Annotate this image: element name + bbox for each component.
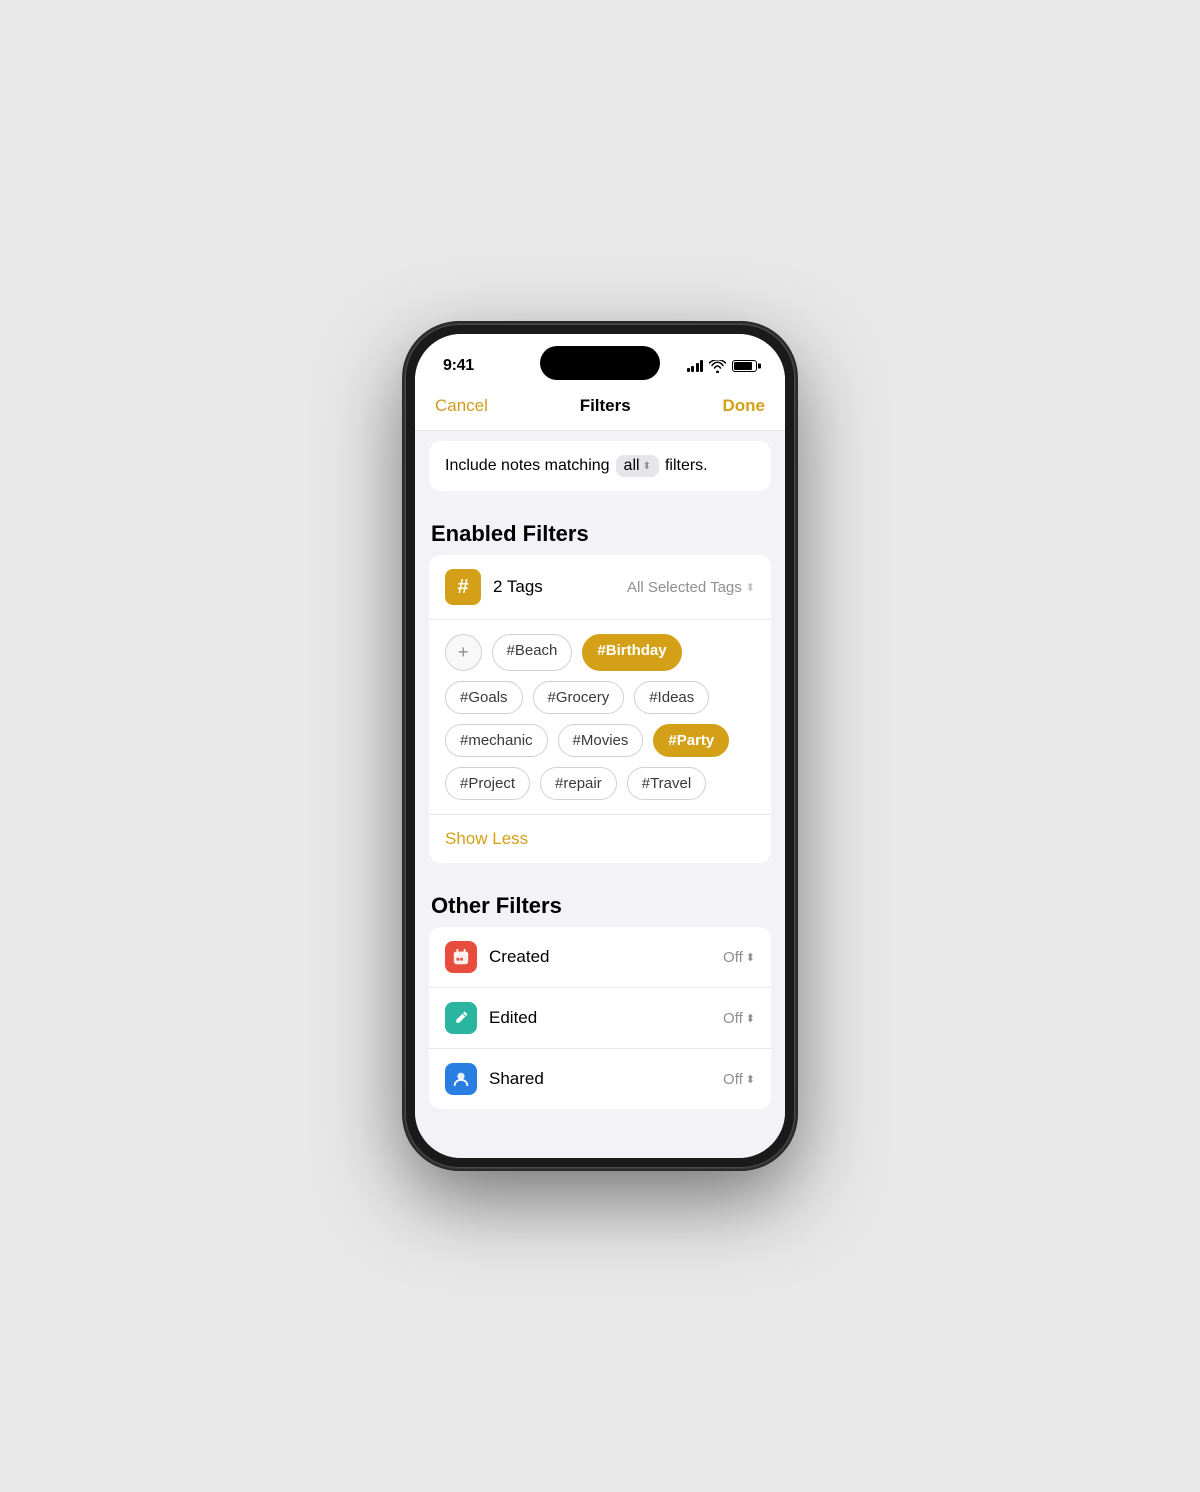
tag-selector-label: All Selected Tags: [627, 579, 742, 596]
status-icons: [687, 360, 758, 373]
tag-count-label: 2 Tags: [493, 577, 615, 597]
tags-filter-card: # 2 Tags All Selected Tags ⬍ + #Beach #B…: [429, 555, 771, 863]
created-filter-row[interactable]: Created Off ⬍: [429, 927, 771, 988]
tag-chip-birthday[interactable]: #Birthday: [582, 634, 681, 671]
chevron-up-down-icon: ⬍: [643, 461, 651, 472]
shared-value: Off ⬍: [723, 1071, 755, 1088]
created-off-label: Off: [723, 949, 743, 966]
tag-selector[interactable]: All Selected Tags ⬍: [627, 579, 755, 596]
tag-icon: #: [445, 569, 481, 605]
tag-chip-movies[interactable]: #Movies: [558, 724, 644, 757]
status-time: 9:41: [443, 357, 474, 375]
edited-off-label: Off: [723, 1010, 743, 1027]
tag-filter-header: # 2 Tags All Selected Tags ⬍: [429, 555, 771, 620]
created-icon: [445, 941, 477, 973]
tags-grid: + #Beach #Birthday #Goals #Grocery #Idea…: [429, 620, 771, 814]
edited-label: Edited: [489, 1008, 711, 1028]
other-filters-card: Created Off ⬍ Edited: [429, 927, 771, 1109]
tag-chip-goals[interactable]: #Goals: [445, 681, 523, 714]
shared-chevron-icon: ⬍: [746, 1073, 755, 1086]
phone-device: 9:41: [405, 324, 795, 1168]
status-bar: 9:41: [415, 334, 785, 384]
shared-filter-row[interactable]: Shared Off ⬍: [429, 1049, 771, 1109]
edited-filter-row[interactable]: Edited Off ⬍: [429, 988, 771, 1049]
enabled-filters-header: Enabled Filters: [415, 501, 785, 555]
filter-sentence-card: Include notes matching all ⬍ filters.: [429, 441, 771, 491]
edited-chevron-icon: ⬍: [746, 1012, 755, 1025]
tag-chip-party[interactable]: #Party: [653, 724, 729, 757]
filter-suffix: filters.: [665, 457, 708, 475]
nav-title: Filters: [580, 396, 631, 416]
battery-icon: [732, 360, 757, 372]
cancel-button[interactable]: Cancel: [435, 396, 488, 416]
created-label: Created: [489, 947, 711, 967]
created-value: Off ⬍: [723, 949, 755, 966]
phone-screen: 9:41: [415, 334, 785, 1158]
filter-match-selector[interactable]: all ⬍: [616, 455, 659, 477]
add-tag-button[interactable]: +: [445, 634, 482, 671]
tag-chip-grocery[interactable]: #Grocery: [533, 681, 625, 714]
filter-sentence: Include notes matching all ⬍ filters.: [445, 455, 755, 477]
shared-icon: [445, 1063, 477, 1095]
wifi-icon: [709, 360, 726, 373]
done-button[interactable]: Done: [722, 396, 765, 416]
shared-off-label: Off: [723, 1071, 743, 1088]
created-chevron-icon: ⬍: [746, 951, 755, 964]
dynamic-island: [540, 346, 660, 380]
show-less-button[interactable]: Show Less: [445, 829, 528, 848]
signal-icon: [687, 360, 704, 372]
other-filters-header: Other Filters: [415, 873, 785, 927]
tag-chip-mechanic[interactable]: #mechanic: [445, 724, 548, 757]
shared-label: Shared: [489, 1069, 711, 1089]
edited-icon: [445, 1002, 477, 1034]
tag-chip-travel[interactable]: #Travel: [627, 767, 706, 800]
tag-chip-ideas[interactable]: #Ideas: [634, 681, 709, 714]
tag-chip-repair[interactable]: #repair: [540, 767, 617, 800]
chevron-up-down-icon-tags: ⬍: [746, 581, 755, 594]
show-less-row: Show Less: [429, 814, 771, 863]
edited-value: Off ⬍: [723, 1010, 755, 1027]
filter-prefix: Include notes matching: [445, 457, 610, 475]
main-content[interactable]: Cancel Filters Done Include notes matchi…: [415, 384, 785, 1158]
tag-chip-beach[interactable]: #Beach: [492, 634, 573, 671]
nav-bar: Cancel Filters Done: [415, 384, 785, 431]
tag-chip-project[interactable]: #Project: [445, 767, 530, 800]
